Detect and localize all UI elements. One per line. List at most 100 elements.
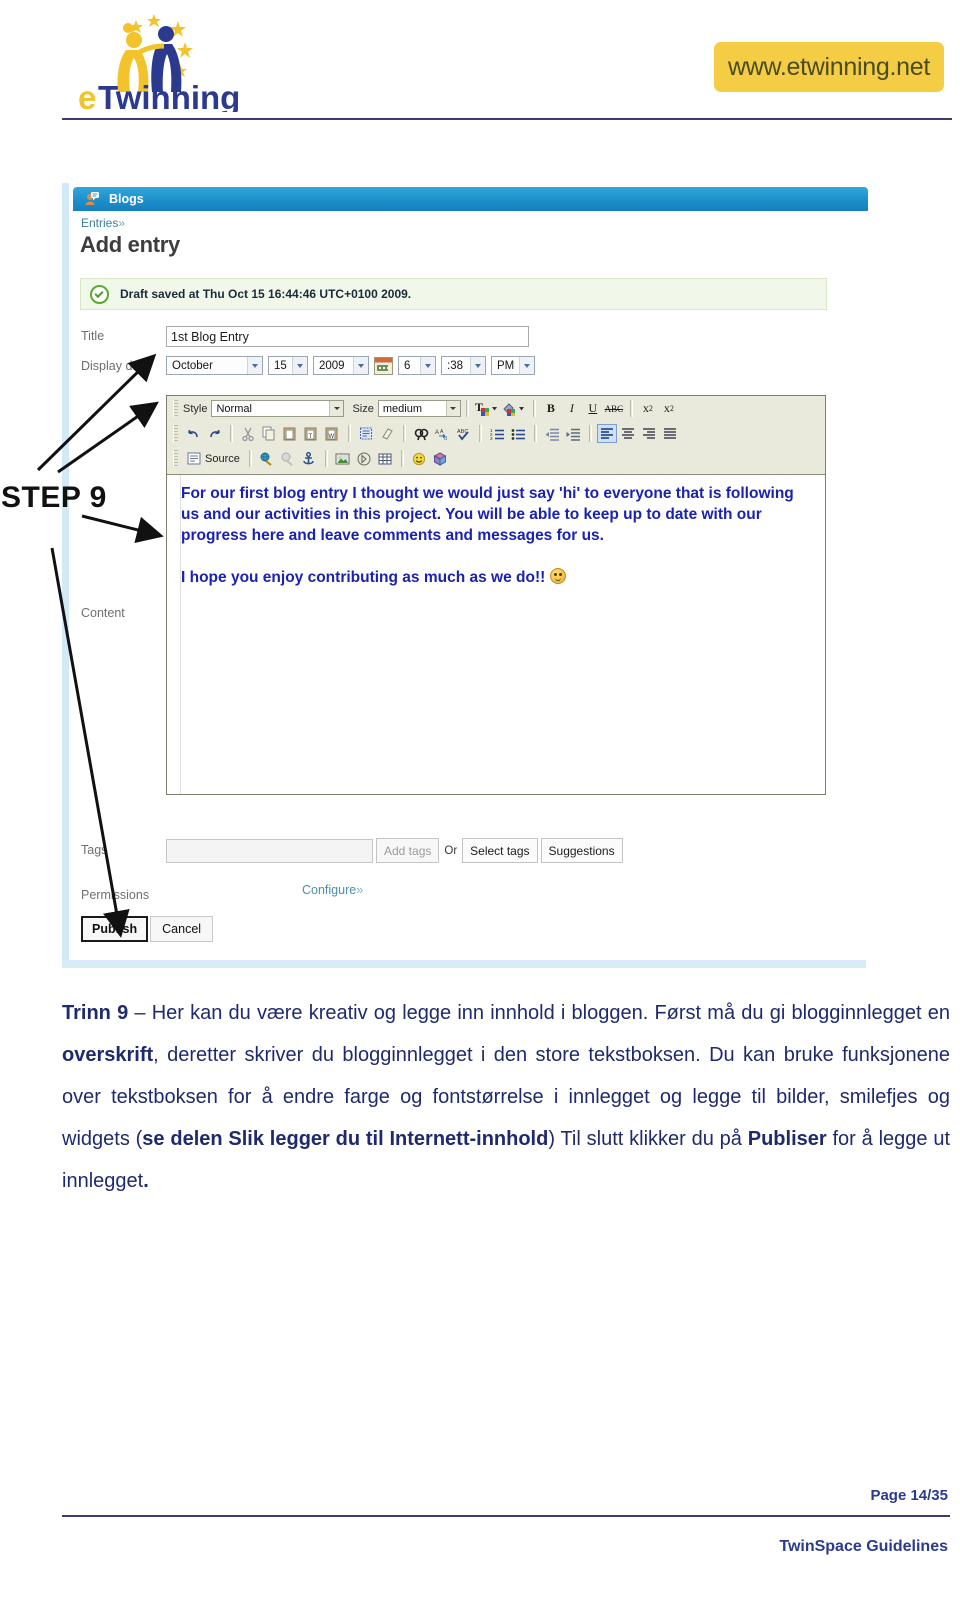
editor-content-text: For our first blog entry I thought we wo… (181, 483, 811, 609)
add-tags-button[interactable]: Add tags (376, 838, 440, 863)
toolbar-separator (589, 425, 592, 442)
hour-select[interactable]: 6 (398, 356, 436, 375)
spellcheck-icon[interactable]: ABC (453, 424, 473, 443)
indent-icon[interactable] (563, 424, 583, 443)
month-select[interactable]: October (166, 356, 263, 375)
cancel-button[interactable]: Cancel (150, 916, 214, 942)
minute-select[interactable]: :38 (441, 356, 486, 375)
instruction-segment-1: – Her kan du være kreativ og legge inn i… (128, 1002, 950, 1024)
suggestions-button[interactable]: Suggestions (540, 838, 623, 863)
size-select[interactable]: medium (377, 400, 461, 417)
toolbar-grip (173, 400, 178, 417)
draft-saved-text: Draft saved at Thu Oct 15 16:44:46 UTC+0… (120, 287, 412, 301)
toolbar-separator (479, 425, 482, 442)
website-url-badge: www.etwinning.net (714, 42, 944, 92)
anchor-icon[interactable] (299, 449, 319, 468)
svg-text:B: B (444, 436, 448, 441)
instruction-paragraph: Trinn 9 – Her kan du være kreativ og leg… (62, 992, 950, 1202)
meridiem-select-value: PM (497, 359, 515, 372)
svg-text:A: A (440, 429, 444, 435)
source-button[interactable]: Source (183, 449, 244, 468)
document-title-footer: TwinSpace Guidelines (779, 1538, 948, 1555)
page-number: Page 14/35 (870, 1487, 948, 1504)
align-right-icon[interactable] (639, 424, 659, 443)
link-icon[interactable] (257, 449, 277, 468)
undo-icon[interactable] (183, 424, 203, 443)
italic-icon[interactable]: I (562, 399, 582, 418)
numbered-list-icon[interactable]: 123 (487, 424, 507, 443)
select-tags-button[interactable]: Select tags (462, 838, 538, 863)
underline-icon[interactable]: U (583, 399, 603, 418)
toolbar-grip (173, 425, 178, 442)
background-color-icon[interactable] (501, 399, 527, 418)
editor-content-area[interactable]: For our first blog entry I thought we wo… (167, 475, 825, 794)
style-select[interactable]: Normal (211, 400, 345, 417)
chevron-down-icon (470, 357, 485, 374)
title-input[interactable]: 1st Blog Entry (166, 326, 529, 347)
publish-button[interactable]: Publish (81, 916, 149, 942)
smiley-icon[interactable] (409, 449, 429, 468)
superscript-icon[interactable]: x2 (659, 399, 679, 418)
toolbar-separator (400, 450, 404, 467)
subscript-icon[interactable]: x2 (638, 399, 658, 418)
toolbar-row-1: Style Normal Size medium T B I U ABC x 2… (167, 396, 825, 421)
style-label: Style (183, 402, 208, 415)
chevron-down-icon (445, 401, 460, 416)
cut-icon[interactable] (238, 424, 258, 443)
configure-link-label: Configure (302, 883, 357, 897)
app-bar: Blogs (73, 187, 868, 211)
justify-icon[interactable] (660, 424, 680, 443)
align-left-icon[interactable] (597, 424, 617, 443)
calendar-icon[interactable] (374, 356, 393, 375)
chevron-down-icon (519, 357, 534, 374)
year-select[interactable]: 2009 (313, 356, 369, 375)
unlink-icon[interactable] (278, 449, 298, 468)
chevron-down-icon (420, 357, 435, 374)
widget-icon[interactable] (430, 449, 450, 468)
size-select-value: medium (382, 402, 422, 415)
replace-icon[interactable]: AAB (432, 424, 452, 443)
copy-icon[interactable] (259, 424, 279, 443)
bold-icon[interactable]: B (541, 399, 561, 418)
find-icon[interactable] (411, 424, 431, 443)
configure-chevron: » (356, 883, 364, 897)
toolbar-row-3: Source (167, 446, 825, 471)
day-select[interactable]: 15 (268, 356, 308, 375)
size-label: Size (352, 402, 374, 415)
toolbar-separator (403, 425, 406, 442)
toolbar-grip (173, 450, 178, 467)
rich-text-editor: Style Normal Size medium T B I U ABC x 2… (166, 395, 826, 795)
tags-controls: Add tags Or Select tags Suggestions (166, 838, 623, 863)
configure-permissions-link[interactable]: Configure» (302, 883, 363, 897)
select-all-icon[interactable] (356, 424, 376, 443)
etwinning-logo-icon: e Twinning (78, 14, 240, 112)
month-select-value: October (172, 359, 213, 372)
remove-format-icon[interactable] (377, 424, 397, 443)
svg-text:3: 3 (490, 436, 493, 441)
form-actions: Publish Cancel (81, 916, 214, 942)
tags-input[interactable] (166, 838, 373, 863)
embedded-screenshot: Blogs Entries» Add entry Draft saved at … (62, 183, 868, 968)
table-icon[interactable] (375, 449, 395, 468)
footer-divider (62, 1515, 950, 1517)
image-icon[interactable] (333, 449, 353, 468)
breadcrumb[interactable]: Entries» (81, 216, 125, 230)
text-color-icon[interactable]: T (474, 399, 500, 418)
instruction-segment-0: Trinn 9 (62, 1002, 129, 1024)
outdent-icon[interactable] (542, 424, 562, 443)
svg-text:W: W (329, 434, 335, 440)
toolbar-separator (348, 425, 351, 442)
source-icon (187, 452, 201, 465)
strikethrough-icon[interactable]: ABC (604, 399, 624, 418)
bulleted-list-icon[interactable] (508, 424, 528, 443)
flash-icon[interactable] (354, 449, 374, 468)
paste-text-icon[interactable]: T (301, 424, 321, 443)
editor-toolbar: Style Normal Size medium T B I U ABC x 2… (167, 396, 825, 475)
align-center-icon[interactable] (618, 424, 638, 443)
redo-icon[interactable] (204, 424, 224, 443)
smiley-icon (550, 568, 567, 584)
breadcrumb-entries-link[interactable]: Entries (81, 216, 118, 230)
paste-icon[interactable] (280, 424, 300, 443)
paste-word-icon[interactable]: W (322, 424, 342, 443)
meridiem-select[interactable]: PM (491, 356, 535, 375)
